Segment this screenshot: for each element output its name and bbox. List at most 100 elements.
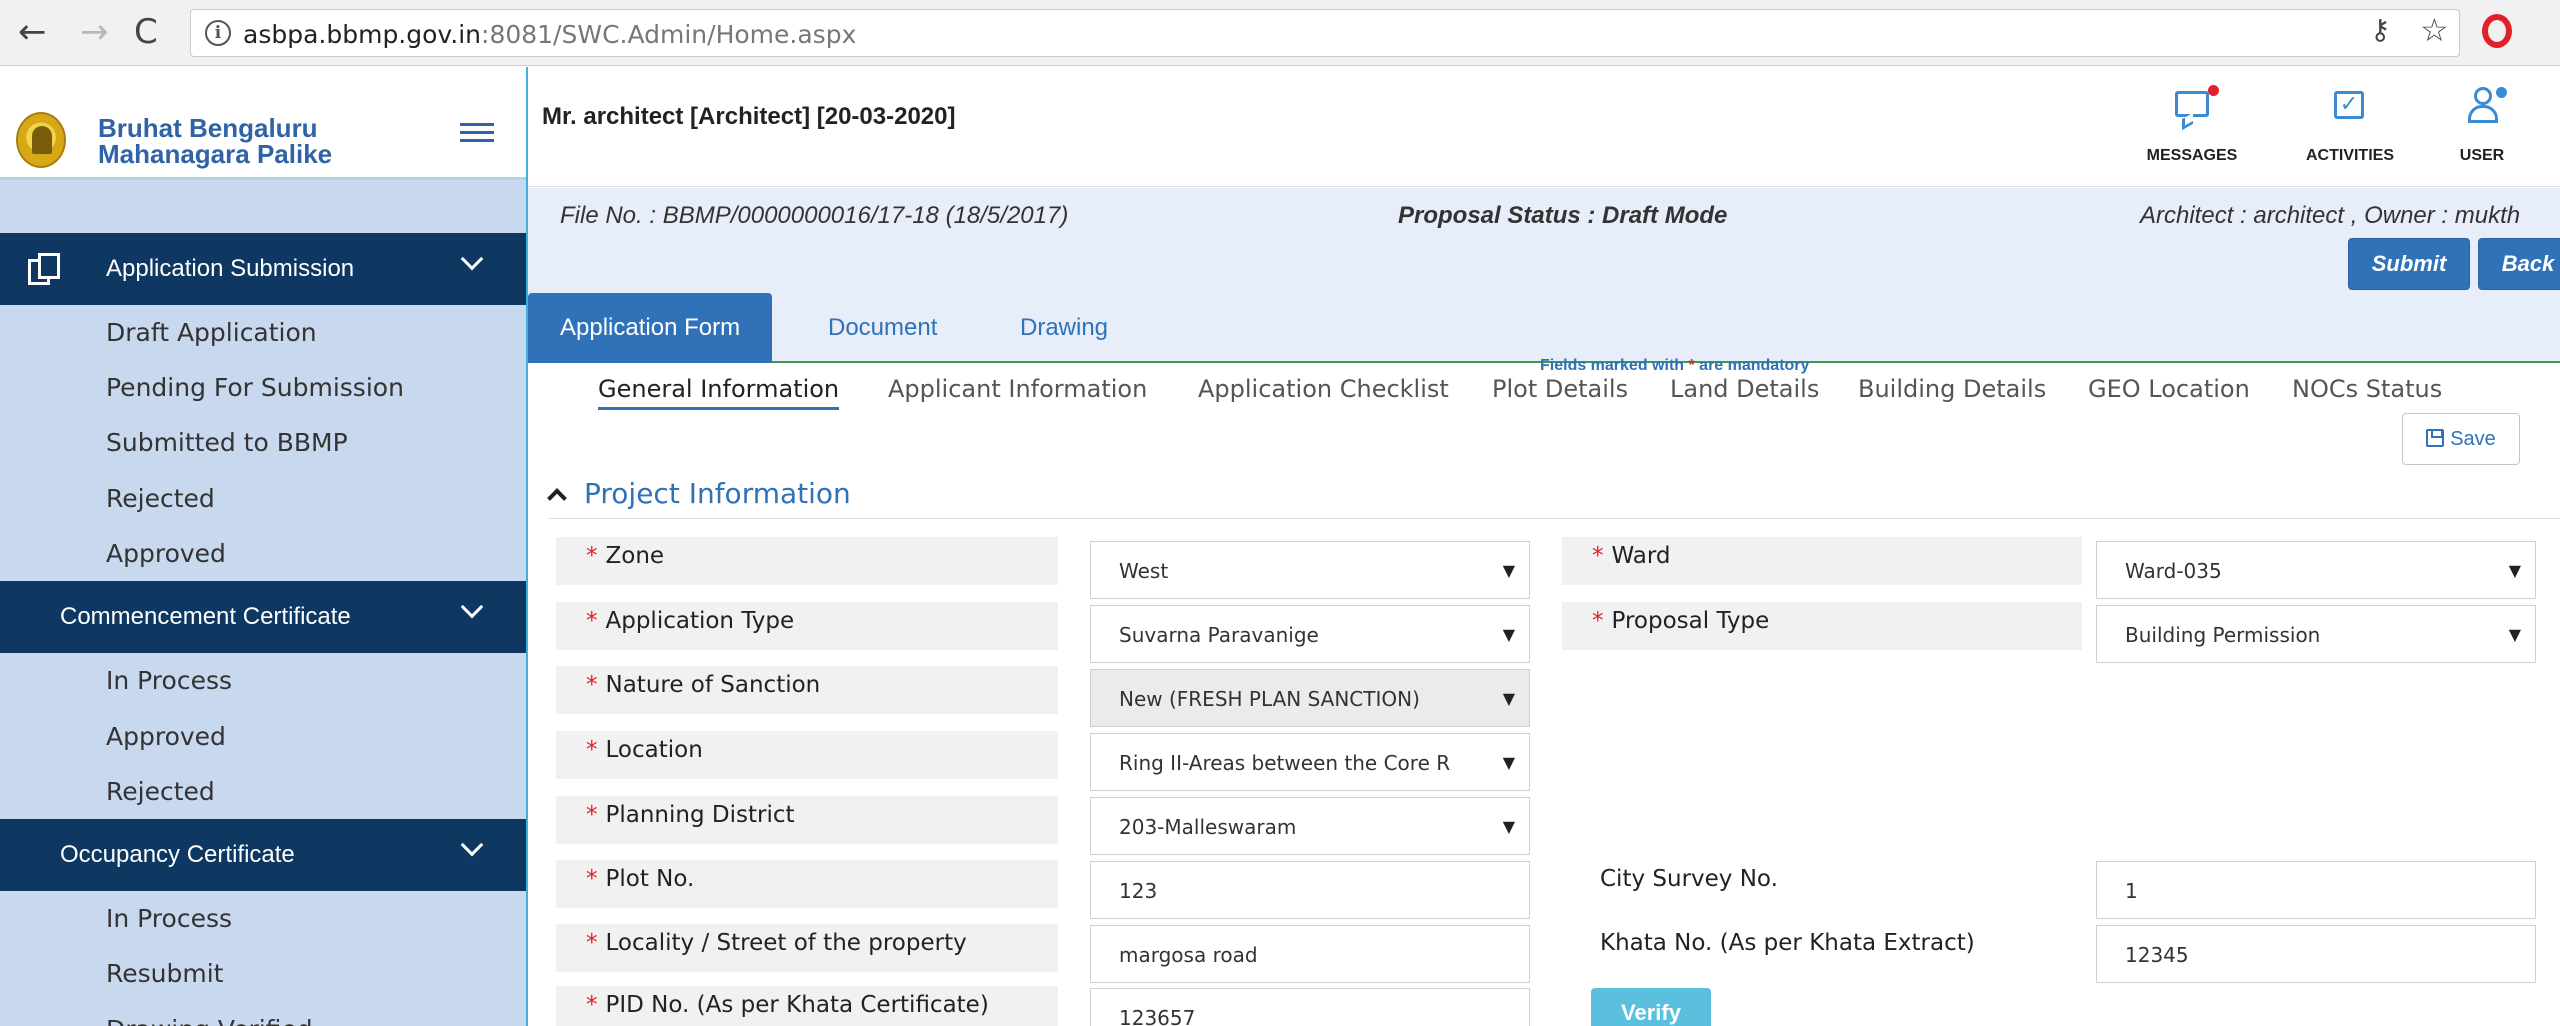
subtab-geo-location[interactable]: GEO Location <box>2088 375 2250 403</box>
nature-of-sanction-select[interactable]: New (FRESH PLAN SANCTION) ▼ <box>1090 669 1530 727</box>
subtab-plot-details[interactable]: Plot Details <box>1492 375 1628 403</box>
section-divider <box>548 518 2560 519</box>
checkbox-icon: ✓ <box>2334 91 2364 119</box>
form-tabs: Application Form Document Drawing <box>528 293 2560 363</box>
chevron-down-icon <box>460 247 484 271</box>
application-type-select[interactable]: Suvarna Paravanige ▼ <box>1090 605 1530 663</box>
bookmark-star-icon[interactable]: ☆ <box>2420 11 2449 49</box>
sidebar-item-approved[interactable]: Approved <box>106 539 226 568</box>
ward-label: * Ward <box>1562 537 2082 585</box>
browser-toolbar: ← → C i asbpa.bbmp.gov.in:8081/SWC.Admin… <box>0 0 2560 66</box>
dropdown-arrow-icon: ▼ <box>2508 625 2521 644</box>
planning-district-select[interactable]: 203-Malleswaram ▼ <box>1090 797 1530 855</box>
menu-label: Commencement Certificate <box>60 603 351 630</box>
dropdown-arrow-icon: ▼ <box>1502 689 1515 708</box>
menu-commencement-certificate[interactable]: Commencement Certificate <box>0 581 526 653</box>
subtab-land-details[interactable]: Land Details <box>1670 375 1819 403</box>
brand-name: Bruhat Bengaluru Mahanagara Palike <box>98 115 332 167</box>
plot-no-input[interactable]: 123 <box>1090 861 1530 919</box>
opera-logo-icon[interactable] <box>2482 14 2512 48</box>
copy-documents-icon <box>28 253 62 285</box>
chevron-down-icon <box>460 595 484 619</box>
zone-label: * Zone <box>556 537 1058 585</box>
sidebar-item-cc-approved[interactable]: Approved <box>106 722 226 751</box>
sidebar-item-pending-for-submission[interactable]: Pending For Submission <box>106 373 404 402</box>
city-survey-no-label: City Survey No. <box>1600 866 1778 892</box>
back-button[interactable]: Back <box>2478 238 2560 290</box>
planning-district-label: * Planning District <box>556 796 1058 844</box>
reload-icon[interactable]: C <box>134 12 158 52</box>
section-project-information[interactable]: Project Information <box>547 477 851 510</box>
message-icon <box>2175 91 2209 117</box>
sidebar-item-cc-in-process[interactable]: In Process <box>106 666 232 695</box>
address-bar[interactable]: i asbpa.bbmp.gov.in:8081/SWC.Admin/Home.… <box>190 9 2460 57</box>
chevron-down-icon <box>460 833 484 857</box>
proposal-type-select[interactable]: Building Permission ▼ <box>2096 605 2536 663</box>
plot-no-label: * Plot No. <box>556 860 1058 908</box>
submit-button[interactable]: Submit <box>2348 238 2470 290</box>
user-info: Mr. architect [Architect] [20-03-2020] <box>542 103 956 130</box>
sidebar-item-draft-application[interactable]: Draft Application <box>106 318 317 347</box>
tab-document[interactable]: Document <box>796 293 969 363</box>
zone-select[interactable]: West ▼ <box>1090 541 1530 599</box>
section-title-text: Project Information <box>584 477 851 510</box>
sidebar-item-cc-rejected[interactable]: Rejected <box>106 777 215 806</box>
subtab-application-checklist[interactable]: Application Checklist <box>1198 375 1449 403</box>
location-label: * Location <box>556 731 1058 779</box>
user-label: USER <box>2459 147 2505 164</box>
sidebar-item-oc-drawing-verified[interactable]: Drawing Verified <box>106 1015 313 1026</box>
dropdown-arrow-icon: ▼ <box>1502 753 1515 772</box>
brand-line-1: Bruhat Bengaluru <box>98 113 318 143</box>
application-type-label: * Application Type <box>556 602 1058 650</box>
proposal-type-label: * Proposal Type <box>1562 602 2082 650</box>
khata-no-label: Khata No. (As per Khata Extract) <box>1600 930 1975 956</box>
sidebar: Bruhat Bengaluru Mahanagara Palike Appli… <box>0 67 526 1026</box>
tab-application-form[interactable]: Application Form <box>528 293 773 363</box>
key-icon[interactable]: ⚷ <box>2370 13 2391 46</box>
mandatory-note: Fields marked with * are mandatory <box>1540 357 1809 375</box>
pid-no-input[interactable]: 123657 <box>1090 988 1530 1026</box>
subtab-applicant-information[interactable]: Applicant Information <box>888 375 1147 403</box>
khata-no-input[interactable]: 12345 <box>2096 925 2536 983</box>
url-host: asbpa.bbmp.gov.in <box>243 20 482 49</box>
sidebar-item-submitted-to-bbmp[interactable]: Submitted to BBMP <box>106 428 348 457</box>
subtab-nocs-status[interactable]: NOCs Status <box>2292 375 2442 403</box>
architect-owner: Architect : architect , Owner : mukth <box>2140 202 2521 229</box>
url-path: :8081/SWC.Admin/Home.aspx <box>481 20 857 49</box>
save-label: Save <box>2450 428 2496 450</box>
pid-no-label: * PID No. (As per Khata Certificate) <box>556 986 1058 1026</box>
url-text: asbpa.bbmp.gov.in:8081/SWC.Admin/Home.as… <box>243 20 856 49</box>
dropdown-arrow-icon: ▼ <box>1502 817 1515 836</box>
menu-occupancy-certificate[interactable]: Occupancy Certificate <box>0 819 526 891</box>
sidebar-item-oc-in-process[interactable]: In Process <box>106 904 232 933</box>
activities-label: ACTIVITIES <box>2305 147 2394 164</box>
subtab-general-information[interactable]: General Information <box>598 375 840 410</box>
dropdown-arrow-icon: ▼ <box>1502 625 1515 644</box>
forward-arrow-icon[interactable]: → <box>80 12 109 52</box>
dropdown-arrow-icon: ▼ <box>2508 561 2521 580</box>
hamburger-menu-icon[interactable] <box>460 123 494 149</box>
ward-select[interactable]: Ward-035 ▼ <box>2096 541 2536 599</box>
back-arrow-icon[interactable]: ← <box>18 12 47 52</box>
floppy-disk-icon <box>2426 429 2445 447</box>
save-button[interactable]: Save <box>2402 413 2520 465</box>
nature-of-sanction-label: * Nature of Sanction <box>556 666 1058 714</box>
menu-application-submission[interactable]: Application Submission <box>0 233 526 305</box>
tab-drawing[interactable]: Drawing <box>988 293 1140 363</box>
menu-label: Occupancy Certificate <box>60 841 295 868</box>
verify-button[interactable]: Verify <box>1591 988 1711 1026</box>
brand-header: Bruhat Bengaluru Mahanagara Palike <box>0 67 526 180</box>
info-icon[interactable]: i <box>205 20 231 46</box>
mandatory-text-end: are mandatory <box>1694 357 1810 374</box>
main-header: Mr. architect [Architect] [20-03-2020] M… <box>528 67 2560 187</box>
subtab-building-details[interactable]: Building Details <box>1858 375 2046 403</box>
sidebar-item-oc-resubmit[interactable]: Resubmit <box>106 959 223 988</box>
locality-input[interactable]: margosa road <box>1090 925 1530 983</box>
user-icon <box>2466 87 2507 123</box>
city-survey-no-input[interactable]: 1 <box>2096 861 2536 919</box>
sidebar-item-rejected[interactable]: Rejected <box>106 484 215 513</box>
location-select[interactable]: Ring II-Areas between the Core R ▼ <box>1090 733 1530 791</box>
brand-line-2: Mahanagara Palike <box>98 139 333 169</box>
menu-label: Application Submission <box>106 255 355 282</box>
messages-label: MESSAGES <box>2146 147 2238 164</box>
